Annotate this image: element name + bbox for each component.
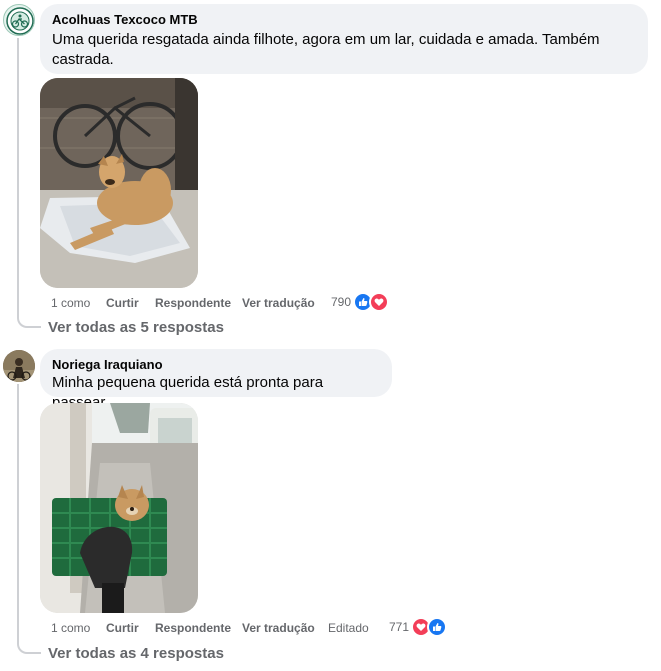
comment-photo[interactable]	[40, 403, 198, 613]
edited-label[interactable]: Editado	[328, 620, 369, 636]
reaction-count: 771	[389, 620, 410, 634]
like-icon	[427, 617, 448, 637]
reaction-summary[interactable]: 790	[331, 292, 390, 312]
comment-author[interactable]: Noriega Iraquiano	[52, 357, 380, 373]
reply-button[interactable]: Respondente	[155, 295, 231, 311]
comment-photo[interactable]	[40, 78, 198, 288]
mtb-logo-icon	[6, 7, 34, 35]
view-replies-link[interactable]: Ver todas as 5 respostas	[48, 318, 224, 338]
like-count-link[interactable]: 1 como	[51, 620, 90, 636]
like-button[interactable]: Curtir	[106, 620, 139, 636]
like-count-link[interactable]: 1 como	[51, 295, 90, 311]
thread-line	[17, 38, 19, 316]
view-replies-link[interactable]: Ver todas as 4 respostas	[48, 644, 224, 664]
reaction-count: 790	[331, 295, 352, 309]
comment-text: Uma querida resgatada ainda filhote, ago…	[52, 31, 600, 68]
dog-photo-image	[40, 78, 198, 288]
thread-connector	[17, 640, 41, 654]
translate-button[interactable]: Ver tradução	[242, 295, 315, 311]
reaction-summary[interactable]: 771	[389, 617, 448, 637]
love-icon	[369, 292, 390, 312]
thread-connector	[17, 314, 41, 328]
avatar[interactable]	[3, 350, 35, 382]
like-button[interactable]: Curtir	[106, 295, 139, 311]
thread-line	[17, 384, 19, 642]
comment-actions: 1 como Curtir Respondente Ver tradução E…	[51, 620, 391, 636]
avatar[interactable]	[3, 4, 35, 36]
comment-actions: 1 como Curtir Respondente Ver tradução	[51, 295, 351, 311]
comment-author[interactable]: Acolhuas Texcoco MTB	[52, 12, 636, 28]
dog-photo-image	[40, 403, 198, 613]
translate-button[interactable]: Ver tradução	[242, 620, 315, 636]
comment-bubble: Noriega Iraquiano Minha pequena querida …	[40, 349, 392, 411]
user-photo-icon	[3, 350, 35, 382]
reply-button[interactable]: Respondente	[155, 620, 231, 636]
comment-bubble: Acolhuas Texcoco MTB Uma querida resgata…	[40, 4, 648, 74]
